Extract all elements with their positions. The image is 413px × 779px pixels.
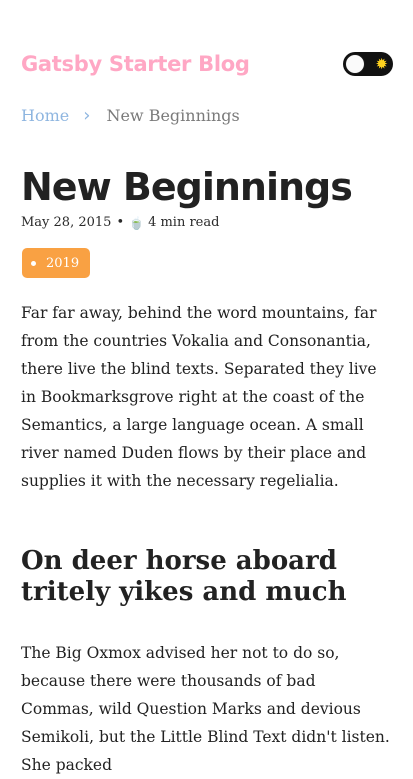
coffee-cup-icon: 🍵: [129, 215, 145, 230]
sun-icon: ✹: [375, 55, 388, 73]
dark-mode-toggle[interactable]: ✹: [343, 52, 393, 76]
post-title: New Beginnings: [21, 165, 353, 209]
post-subheading: On deer horse aboard tritely yikes and m…: [21, 546, 347, 607]
tag-dot-icon: [31, 260, 36, 266]
post-meta: May 28, 2015 • 🍵 4 min read: [21, 215, 219, 230]
site-header: Gatsby Starter Blog ✹: [21, 50, 393, 78]
post-paragraph: Far far away, behind the word mountains,…: [21, 304, 377, 490]
meta-separator: •: [116, 215, 125, 230]
breadcrumb-current: New Beginnings: [106, 106, 240, 125]
site-title-link[interactable]: Gatsby Starter Blog: [21, 52, 250, 76]
breadcrumb: Home › New Beginnings: [21, 105, 240, 126]
post-date: May 28, 2015: [21, 215, 112, 230]
read-time: 4 min read: [148, 215, 220, 230]
toggle-knob: [345, 54, 365, 74]
tag-badge[interactable]: 2019: [22, 248, 90, 278]
post-paragraph: The Big Oxmox advised her not to do so, …: [21, 644, 390, 774]
chevron-right-icon: ›: [83, 105, 91, 126]
tag-label: 2019: [46, 255, 80, 271]
breadcrumb-home-link[interactable]: Home: [21, 106, 69, 125]
